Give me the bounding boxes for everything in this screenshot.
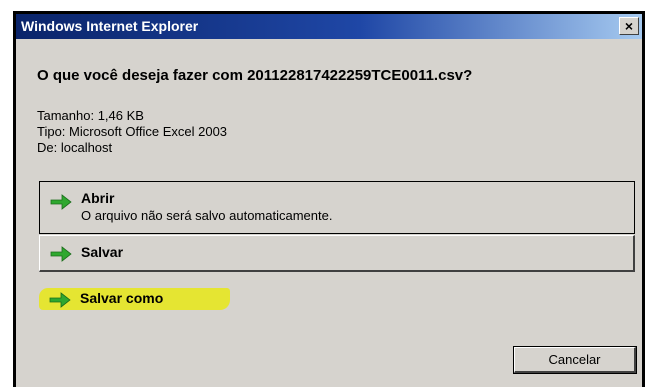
save-option[interactable]: Salvar (39, 235, 635, 272)
title-bar[interactable]: Windows Internet Explorer × (16, 14, 642, 39)
green-arrow-icon (50, 246, 72, 262)
window-title: Windows Internet Explorer (21, 18, 199, 34)
close-icon: × (624, 18, 634, 34)
save-as-label: Salvar como (80, 290, 164, 306)
close-button[interactable]: × (619, 17, 639, 35)
window-frame: Windows Internet Explorer × O que você d… (13, 11, 645, 387)
file-type: Tipo: Microsoft Office Excel 2003 (37, 124, 228, 139)
download-question: O que você deseja fazer com 201122817422… (37, 67, 473, 84)
file-source: De: localhost (37, 140, 113, 155)
file-download-dialog: Windows Internet Explorer × O que você d… (16, 14, 642, 387)
open-option[interactable]: Abrir O arquivo não será salvo automatic… (39, 181, 635, 234)
green-arrow-icon (49, 292, 71, 308)
open-description: O arquivo não será salvo automaticamente… (81, 208, 333, 223)
cancel-button[interactable]: Cancelar (513, 346, 637, 374)
open-label: Abrir (81, 190, 115, 206)
save-label: Salvar (81, 244, 124, 260)
green-arrow-icon (50, 194, 72, 210)
file-size: Tamanho: 1,46 KB (37, 108, 144, 123)
save-as-option[interactable]: Salvar como (39, 284, 635, 314)
